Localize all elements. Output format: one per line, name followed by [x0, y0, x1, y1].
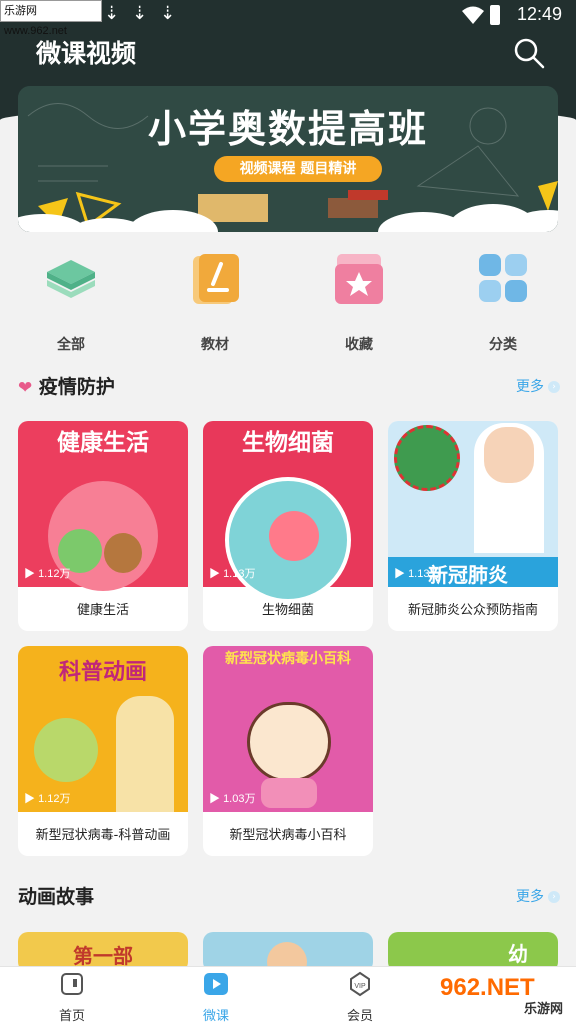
nav-home[interactable]: 首页: [32, 971, 112, 1024]
video-title: 新冠肺炎公众预防指南: [407, 603, 538, 618]
video-thumbnail: 科普动画: [18, 646, 188, 812]
thumbnail-text: 生物细菌: [242, 430, 334, 456]
battery-icon: [490, 5, 500, 25]
brand-sub: 乐游网: [520, 998, 566, 1017]
page-title: 微课视频: [36, 39, 137, 68]
video-title: 健康生活: [76, 603, 129, 618]
status-bar: 乐游网 www.962.net ⇣ ⇣ ⇣ 12:49: [0, 0, 576, 37]
quicknav-category[interactable]: 分类: [458, 250, 548, 354]
download-icon: ⇣: [160, 3, 176, 24]
site-watermark: 乐游网 www.962.net: [0, 0, 102, 37]
doctor-face: [484, 427, 534, 483]
thumbnail-text: 新型冠状病毒小百科: [225, 651, 351, 667]
nav-microlesson[interactable]: 微课: [176, 971, 256, 1024]
quicknav-textbook[interactable]: 教材: [170, 250, 260, 354]
view-count: ▶ 1.03万: [209, 793, 256, 805]
view-count: ▶ 1.12万: [24, 568, 71, 580]
quicknav-label: 收藏: [345, 337, 373, 353]
svg-text:VIP: VIP: [354, 983, 366, 990]
view-count-text: 1.13万: [408, 568, 441, 580]
more-label: 更多: [516, 889, 544, 905]
download-icon: ⇣: [132, 3, 148, 24]
chevron-right-icon: ›: [548, 381, 560, 393]
section-title: 动画故事: [18, 886, 95, 908]
thumbnail-text: 新冠肺炎: [428, 563, 508, 587]
more-label: 更多: [516, 379, 544, 395]
nav-label: 首页: [58, 1009, 85, 1024]
vip-icon: VIP: [350, 971, 370, 997]
more-link[interactable]: 更多 ›: [516, 376, 560, 396]
banner[interactable]: 小学奥数提高班 视频课程 题目精讲: [18, 86, 558, 232]
textbook-icon: [193, 254, 239, 304]
video-card[interactable]: 科普动画 ▶ 1.12万 新型冠状病毒-科普动画: [18, 646, 188, 856]
video-card[interactable]: 健康生活 ▶ 1.12万 健康生活: [18, 421, 188, 631]
wifi-icon: [462, 6, 484, 24]
video-thumbnail: 健康生活: [18, 421, 188, 591]
view-count-text: 1.12万: [38, 793, 71, 805]
video-thumbnail: 新型冠状病毒小百科: [203, 646, 373, 812]
thumbnail-art: [104, 533, 142, 573]
view-count: ▶ 1.13万: [394, 568, 441, 580]
more-link[interactable]: 更多 ›: [516, 886, 560, 906]
view-count-text: 1.12万: [38, 568, 71, 580]
view-count-text: 1.03万: [223, 793, 256, 805]
video-card[interactable]: 新型冠状病毒小百科 ▶ 1.03万 新型冠状病毒小百科: [203, 646, 373, 856]
section-title: ❤ 疫情防护: [18, 372, 115, 399]
person-silhouette: [116, 696, 174, 812]
view-count: ▶ 1.12万: [24, 793, 71, 805]
thumbnail-text: 第一部: [73, 944, 133, 968]
banner-title: 小学奥数提高班: [147, 107, 428, 151]
video-title: 新型冠状病毒-科普动画: [35, 828, 171, 843]
favorites-icon: [335, 254, 383, 304]
view-count: ▶ 1.13万: [209, 568, 256, 580]
cartoon-body: [261, 778, 317, 808]
grid-icon: [479, 254, 527, 302]
quicknav-label: 分类: [489, 337, 517, 353]
video-card[interactable]: 生物细菌 ▶ 1.13万 生物细菌: [203, 421, 373, 631]
view-count-text: 1.13万: [223, 568, 256, 580]
status-time: 12:49: [516, 4, 562, 24]
section-title-text: 疫情防护: [38, 376, 115, 398]
video-thumbnail: 新冠肺炎: [388, 421, 558, 587]
quicknav-label: 全部: [57, 337, 85, 353]
chevron-right-icon: ›: [548, 891, 560, 903]
video-thumbnail: 生物细菌: [203, 421, 373, 603]
home-icon: [61, 973, 83, 995]
download-icon: ⇣: [104, 3, 120, 24]
banner-subtitle: 视频课程 题目精讲: [214, 156, 382, 182]
quicknav-favorites[interactable]: 收藏: [314, 250, 404, 354]
nav-label: 会员: [346, 1009, 373, 1024]
quicknav-label: 教材: [201, 337, 229, 353]
heart-icon: ❤: [18, 378, 33, 398]
search-icon[interactable]: [512, 36, 546, 70]
play-icon: [204, 973, 228, 995]
quicknav-all[interactable]: 全部: [26, 250, 116, 354]
cartoon-face: [247, 702, 331, 782]
virus-icon: [34, 718, 98, 782]
thumbnail-text: 科普动画: [58, 660, 147, 685]
layers-icon: [47, 260, 95, 298]
nav-member[interactable]: VIP 会员: [320, 971, 400, 1024]
site-brand-watermark: 962.NET 乐游网: [440, 974, 570, 1018]
thumbnail-text: 健康生活: [57, 430, 149, 456]
thumbnail-text: 幼: [508, 942, 528, 966]
nav-label: 微课: [202, 1009, 229, 1024]
virus-icon: [394, 425, 460, 491]
video-title: 生物细菌: [261, 603, 314, 618]
thumbnail-art: [269, 511, 319, 561]
video-card[interactable]: 新冠肺炎 ▶ 1.13万 新冠肺炎公众预防指南: [388, 421, 558, 631]
video-title: 新型冠状病毒小百科: [229, 828, 347, 843]
